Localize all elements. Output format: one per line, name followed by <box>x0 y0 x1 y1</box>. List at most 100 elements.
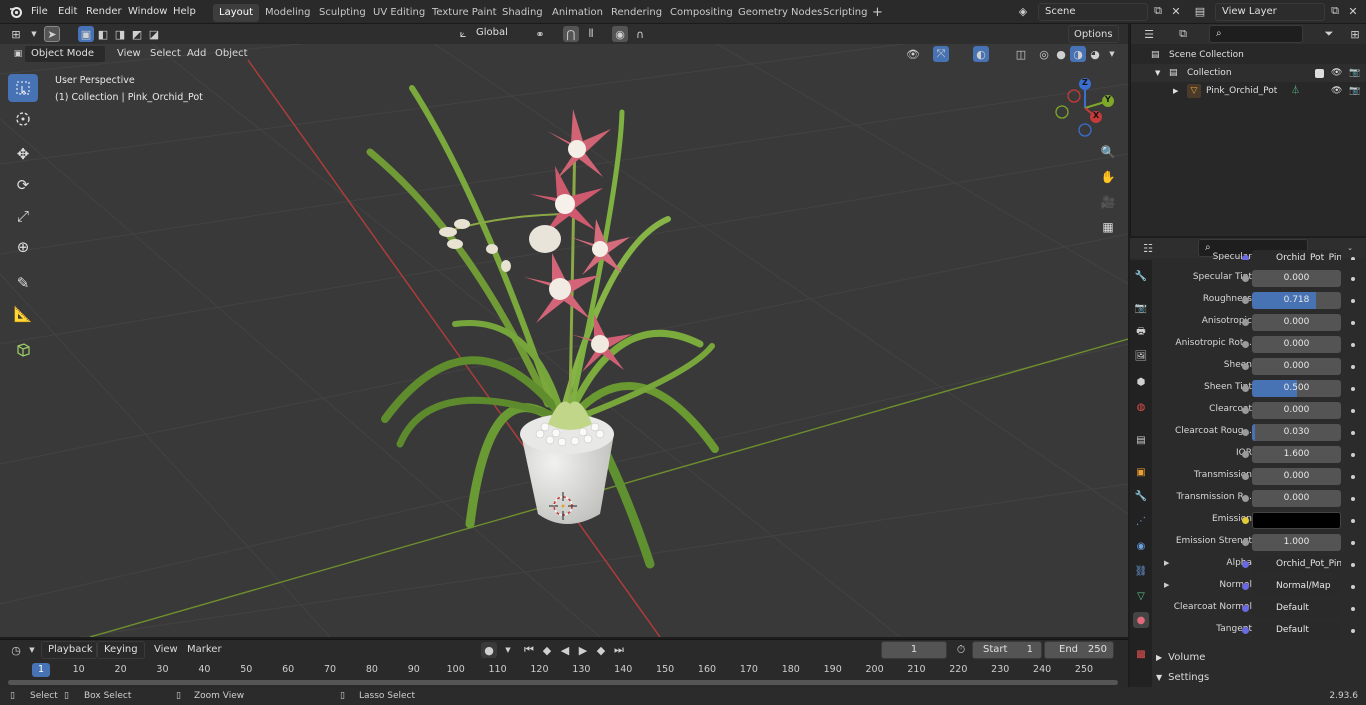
property-value-field[interactable]: 0.000 <box>1252 270 1341 287</box>
output-tab-icon[interactable]: 🖶 <box>1133 324 1149 340</box>
property-value-field[interactable] <box>1252 512 1341 529</box>
record-options-icon[interactable]: ▼ <box>500 642 516 658</box>
close-view-layer-icon[interactable]: ✕ <box>1345 3 1361 19</box>
property-value-field[interactable]: 0.000 <box>1252 358 1341 375</box>
start-frame-field[interactable]: Start 1 <box>972 641 1042 659</box>
keyframe-dot-icon[interactable] <box>1351 453 1355 457</box>
socket-icon[interactable] <box>1242 407 1249 414</box>
modifier-tab-icon[interactable]: 🔧 <box>1133 488 1149 504</box>
socket-icon[interactable] <box>1242 385 1249 392</box>
outliner-row-collection[interactable]: ▼ ▤ Collection 👁 📷 <box>1131 64 1366 82</box>
rotate-tool[interactable]: ⟳ <box>8 171 38 199</box>
chevron-down-icon[interactable]: ▼ <box>24 642 40 658</box>
menu-render[interactable]: Render <box>86 0 122 24</box>
menu-window[interactable]: Window <box>128 0 167 24</box>
outliner-search-input[interactable]: ⌕ <box>1209 25 1303 43</box>
exclude-checkbox[interactable] <box>1315 69 1324 78</box>
editor-type-icon[interactable]: ⊞ <box>8 26 24 42</box>
chevron-down-icon[interactable]: ▼ <box>26 26 42 42</box>
outliner-row-object[interactable]: ▶ ▽ Pink_Orchid_Pot ⏃ 👁 📷 <box>1131 82 1366 100</box>
add-workspace-button[interactable]: + <box>866 4 889 22</box>
socket-icon[interactable] <box>1242 495 1249 502</box>
options-dropdown[interactable]: Options <box>1068 25 1119 43</box>
orientation-dropdown[interactable]: Global <box>470 25 525 43</box>
object-tab-icon[interactable]: ▣ <box>1133 464 1149 480</box>
select-new-icon[interactable]: ▣ <box>78 26 94 42</box>
jump-start-icon[interactable]: ⏮ <box>521 642 537 658</box>
select-subtract-icon[interactable]: ◨ <box>112 26 128 42</box>
property-value-field[interactable]: Orchid_Pot_Pink_Bu... <box>1252 250 1341 260</box>
timeline-editor-icon[interactable]: ◷ <box>8 642 24 658</box>
keyframe-dot-icon[interactable] <box>1351 321 1355 325</box>
keyframe-dot-icon[interactable] <box>1351 519 1355 523</box>
keyframe-dot-icon[interactable] <box>1351 541 1355 545</box>
menu-view[interactable]: View <box>112 45 146 63</box>
expand-icon[interactable]: ▼ <box>1155 64 1160 82</box>
view-layer-icon[interactable]: ▤ <box>1192 3 1208 19</box>
pivot-icon[interactable]: ⚭ <box>532 26 548 42</box>
chevron-right-icon[interactable]: ▶ <box>1164 559 1169 567</box>
tab-compositing[interactable]: Compositing <box>664 4 739 22</box>
solid-shading-icon[interactable]: ● <box>1053 46 1069 62</box>
end-frame-field[interactable]: End 250 <box>1044 641 1114 659</box>
grid-perspective-icon[interactable]: ▦ <box>1097 216 1119 238</box>
tab-texture-paint[interactable]: Texture Paint <box>426 4 503 22</box>
settings-panel-header[interactable]: ▼ Settings <box>1156 669 1360 687</box>
blender-logo-icon[interactable] <box>9 5 23 19</box>
keyframe-dot-icon[interactable] <box>1351 387 1355 391</box>
add-cube-tool[interactable] <box>8 335 38 363</box>
view-layer-tab-icon[interactable]: 🖼 <box>1133 348 1149 364</box>
expand-icon[interactable]: ▶ <box>1173 82 1178 100</box>
eye-icon[interactable]: 👁 <box>1331 64 1342 82</box>
property-value-field[interactable]: Orchid_Pot_Pink_Bu... <box>1252 556 1341 573</box>
wireframe-shading-icon[interactable]: ◎ <box>1036 46 1052 62</box>
select-invert-icon[interactable]: ◩ <box>129 26 145 42</box>
snap-icon[interactable]: ⋂ <box>563 26 579 42</box>
filter-icon[interactable]: ⏷ <box>1321 26 1337 42</box>
texture-tab-icon[interactable]: ▩ <box>1133 646 1149 662</box>
keyframe-dot-icon[interactable] <box>1351 607 1355 611</box>
falloff-icon[interactable]: ∩ <box>632 26 648 42</box>
property-value-field[interactable]: Default <box>1252 600 1341 617</box>
property-value-field[interactable]: 1.000 <box>1252 534 1341 551</box>
particles-tab-icon[interactable]: ⋰ <box>1133 513 1149 529</box>
menu-view[interactable]: View <box>149 641 183 659</box>
property-value-field[interactable]: 0.718 <box>1252 292 1341 309</box>
gizmo-toggle-icon[interactable]: ⤧ <box>933 46 949 62</box>
select-mode-icon[interactable]: ➤ <box>44 26 60 42</box>
move-tool[interactable]: ✥ <box>8 140 38 168</box>
property-value-field[interactable]: 0.000 <box>1252 468 1341 485</box>
chevron-right-icon[interactable]: ▶ <box>1164 581 1169 589</box>
tab-animation[interactable]: Animation <box>546 4 609 22</box>
socket-icon[interactable] <box>1242 451 1249 458</box>
socket-icon[interactable] <box>1242 517 1249 524</box>
menu-help[interactable]: Help <box>173 0 196 24</box>
socket-icon[interactable] <box>1242 561 1249 568</box>
proportional-edit-icon[interactable]: ◉ <box>612 26 628 42</box>
keyframe-dot-icon[interactable] <box>1351 277 1355 281</box>
property-value-field[interactable]: 0.030 <box>1252 424 1341 441</box>
keyframe-dot-icon[interactable] <box>1351 629 1355 633</box>
render-camera-icon[interactable]: 📷 <box>1349 82 1360 100</box>
eye-icon[interactable]: 👁 <box>1331 82 1342 100</box>
physics-tab-icon[interactable]: ◉ <box>1133 538 1149 554</box>
socket-icon[interactable] <box>1242 429 1249 436</box>
socket-icon[interactable] <box>1242 275 1249 282</box>
socket-icon[interactable] <box>1242 605 1249 612</box>
select-box-tool[interactable] <box>8 74 38 102</box>
keyframe-dot-icon[interactable] <box>1351 563 1355 567</box>
socket-icon[interactable] <box>1242 473 1249 480</box>
tab-uv-editing[interactable]: UV Editing <box>367 4 431 22</box>
playhead[interactable]: 1 <box>32 663 50 677</box>
socket-icon[interactable] <box>1242 539 1249 546</box>
copy-scene-icon[interactable]: ⧉ <box>1150 3 1166 19</box>
menu-edit[interactable]: Edit <box>58 0 77 24</box>
keyframe-dot-icon[interactable] <box>1351 585 1355 589</box>
material-shading-icon[interactable]: ◑ <box>1070 46 1086 62</box>
keyframe-dot-icon[interactable] <box>1351 431 1355 435</box>
property-value-field[interactable]: 0.000 <box>1252 402 1341 419</box>
tab-layout[interactable]: Layout <box>213 4 259 22</box>
rendered-shading-icon[interactable]: ◕ <box>1087 46 1103 62</box>
zoom-icon[interactable]: 🔍 <box>1097 141 1119 163</box>
property-value-field[interactable]: Default <box>1252 622 1341 639</box>
